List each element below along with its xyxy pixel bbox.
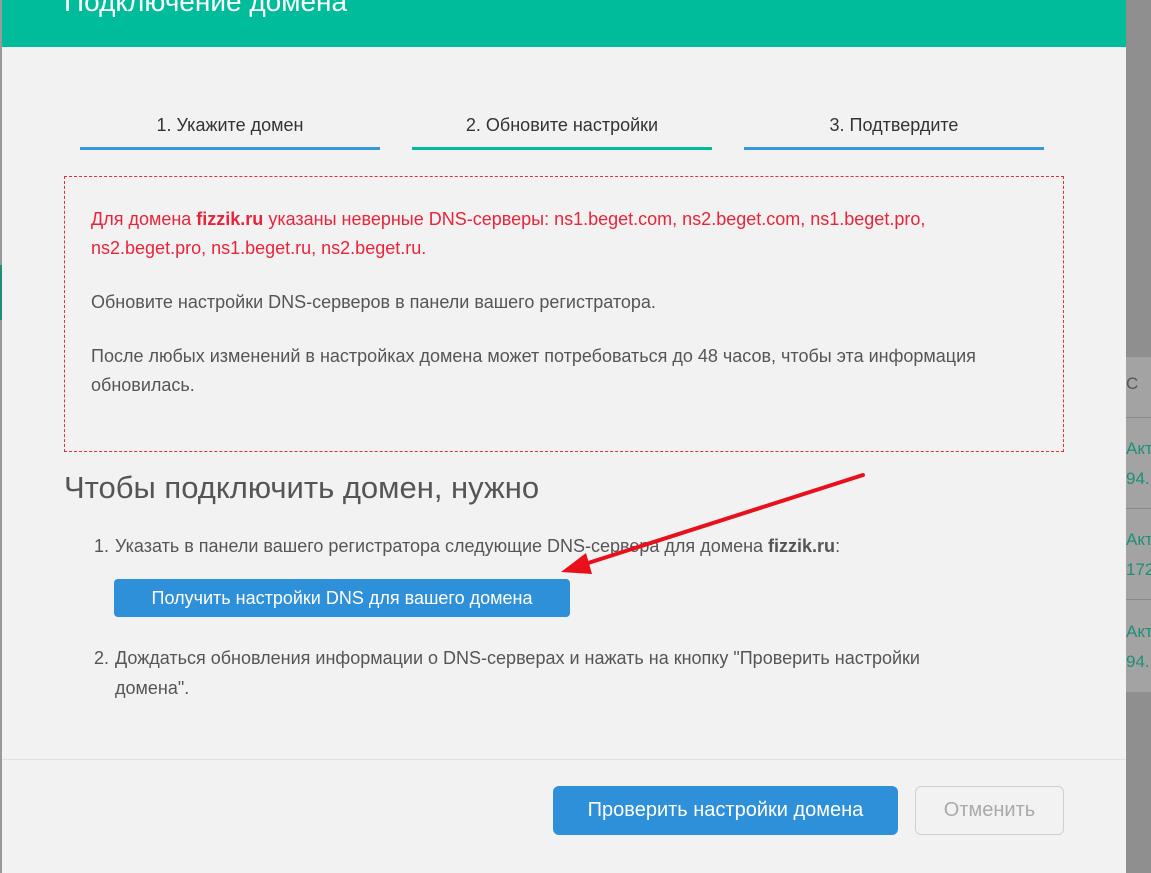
instruction-text-line: Дождаться обновления информации о DNS-се… [115, 648, 920, 668]
modal-title: Подключение домена [64, 0, 348, 17]
footer-divider [2, 759, 1126, 760]
instruction-number: 1. [94, 536, 110, 556]
background-divider [1126, 599, 1151, 600]
modal-header: Подключение домена [2, 0, 1126, 47]
dns-error-message: Для домена fizzik.ru указаны неверные DN… [91, 205, 1037, 263]
connect-domain-modal: Подключение домена 1. Укажите домен 2. О… [2, 0, 1126, 873]
cancel-button[interactable]: Отменить [915, 786, 1064, 835]
instruction-domain: fizzik.ru [768, 536, 836, 556]
background-column-header: С [1126, 374, 1139, 393]
background-row-status: Акт [1126, 439, 1151, 458]
wizard-step-3[interactable]: 3. Подтвердите [744, 112, 1044, 150]
instruction-number: 2. [94, 648, 110, 668]
background-divider [1126, 417, 1151, 418]
error-text: Для домена [91, 209, 197, 229]
info-propagation: После любых изменений в настройках домен… [91, 346, 976, 395]
get-dns-settings-button[interactable]: Получить настройки DNS для вашего домена [114, 579, 570, 617]
instruction-text-part: Указать в панели вашего регистратора сле… [115, 536, 769, 556]
instruction-1: 1. Указать в панели вашего регистратора … [94, 531, 994, 561]
wizard-step-2[interactable]: 2. Обновите настройки [412, 112, 712, 150]
background-divider [1126, 508, 1151, 509]
info-update-dns: Обновите настройки DNS-серверов в панели… [91, 292, 656, 312]
background-row-ip: 94.1 [1126, 652, 1151, 671]
instruction-text: Указать в панели вашего регистратора сле… [115, 531, 840, 561]
background-row-ip: 172 [1126, 560, 1151, 579]
error-domain: fizzik.ru [196, 209, 264, 229]
background-row-status: Акт [1126, 622, 1151, 641]
wizard-step-1[interactable]: 1. Укажите домен [80, 112, 380, 150]
section-title: Чтобы подключить домен, нужно [64, 470, 540, 505]
instruction-2: 2. Дождаться обновления информации о DNS… [94, 643, 1054, 703]
check-domain-settings-button[interactable]: Проверить настройки домена [553, 786, 898, 835]
instruction-text: Дождаться обновления информации о DNS-се… [115, 643, 920, 703]
instruction-text-part: : [835, 536, 841, 556]
instruction-text-line: домена". [115, 678, 190, 698]
background-row-status: Акт [1126, 530, 1151, 549]
dns-error-alert: Для домена fizzik.ru указаны неверные DN… [64, 176, 1064, 452]
background-row-ip: 94.1 [1126, 469, 1151, 488]
